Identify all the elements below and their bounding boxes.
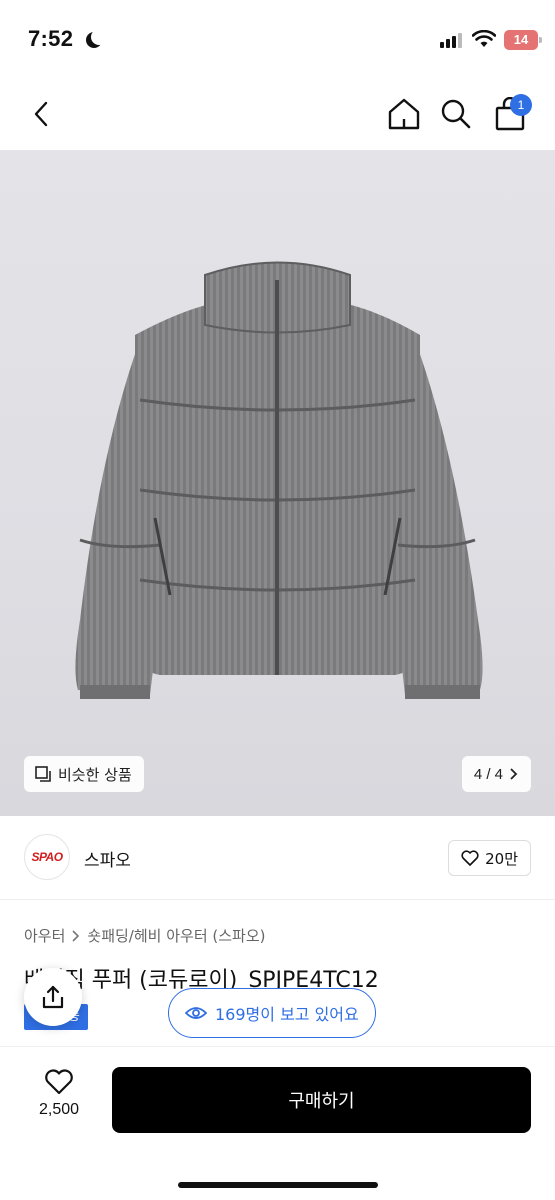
image-page-counter[interactable]: 4 / 4 [461, 756, 531, 792]
share-button[interactable] [24, 968, 82, 1026]
back-arrow-icon [34, 101, 48, 127]
breadcrumb-item[interactable]: 아우터 [24, 925, 65, 946]
cart-badge: 1 [510, 94, 532, 116]
product-image[interactable]: 비슷한 상품 4 / 4 [0, 150, 555, 816]
breadcrumb: 아우터 숏패딩/헤비 아우터 (스파오) [24, 925, 266, 946]
shop-row: SPAO 스파오 20만 [0, 816, 555, 900]
similar-items-icon [35, 766, 51, 782]
home-button[interactable] [384, 92, 424, 136]
nav-bar: 1 [0, 80, 555, 150]
home-icon [388, 98, 420, 130]
viewers-text: 169명이 보고 있어요 [215, 1005, 359, 1024]
heart-icon [45, 1069, 73, 1095]
status-bar: 7:52 14 [0, 0, 555, 80]
home-indicator [178, 1182, 378, 1188]
page-counter-text: 4 / 4 [473, 765, 503, 783]
back-button[interactable] [22, 92, 62, 136]
viewers-pill: 169명이 보고 있어요 [168, 988, 376, 1038]
battery-icon: 14 [504, 30, 542, 50]
wifi-icon [472, 30, 496, 47]
chevron-right-icon [510, 768, 518, 780]
similar-products-button[interactable]: 비슷한 상품 [24, 756, 144, 792]
shop-name[interactable]: 스파오 [84, 846, 131, 871]
bottom-action-bar: 2,500 구매하기 [0, 1046, 555, 1200]
wishlist-count: 2,500 [38, 1101, 80, 1118]
similar-products-label: 비슷한 상품 [58, 765, 132, 784]
like-shop-button[interactable]: 20만 [448, 840, 531, 876]
signal-icon [440, 32, 462, 48]
buy-button[interactable]: 구매하기 [112, 1067, 531, 1133]
jacket-illustration [75, 261, 483, 699]
chevron-right-icon [72, 929, 80, 942]
search-button[interactable] [436, 92, 476, 136]
moon-icon [91, 29, 107, 45]
search-icon [441, 99, 471, 129]
like-count: 20만 [485, 849, 518, 868]
status-time: 7:52 [28, 26, 74, 51]
shop-logo[interactable]: SPAO [24, 834, 70, 880]
heart-icon [461, 850, 479, 866]
eye-icon [185, 1007, 207, 1019]
wishlist-button[interactable]: 2,500 [24, 1069, 94, 1129]
cart-button[interactable]: 1 [490, 92, 532, 136]
share-icon [42, 985, 64, 1009]
breadcrumb-item[interactable]: 숏패딩/헤비 아우터 (스파오) [87, 925, 265, 946]
